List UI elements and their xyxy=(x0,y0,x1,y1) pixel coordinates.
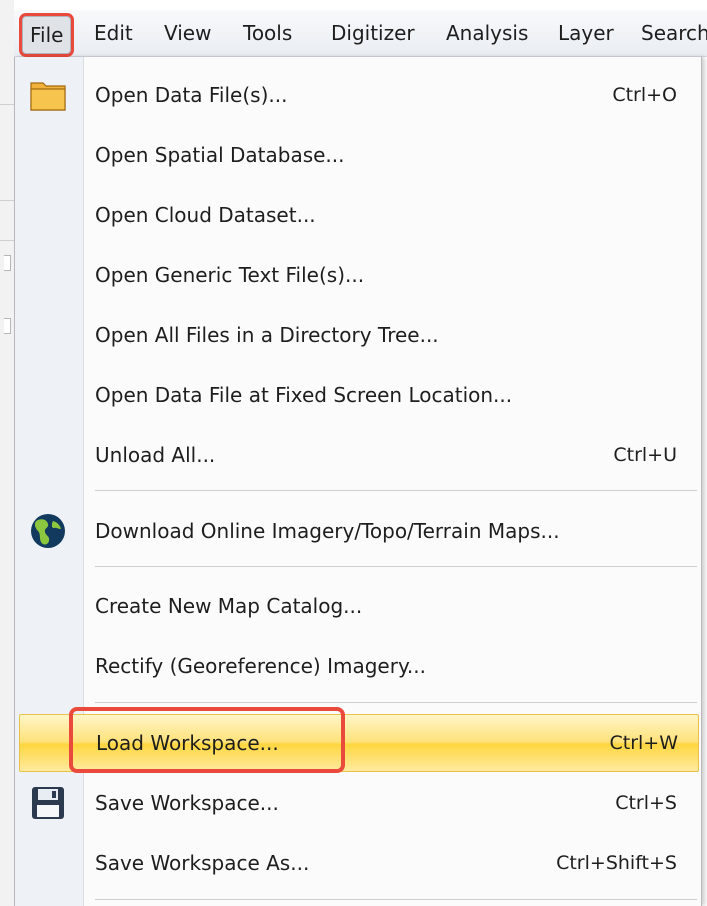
menu-item-open-all-files-directory-tree[interactable]: Open All Files in a Directory Tree... xyxy=(15,309,701,361)
menu-item-label: Open Data File(s)... xyxy=(95,83,288,107)
menu-layer[interactable]: Layer xyxy=(558,10,614,56)
menu-item-label: Create New Map Catalog... xyxy=(95,594,363,618)
menu-item-shortcut: Ctrl+U xyxy=(613,444,677,466)
menu-item-download-online-imagery[interactable]: Download Online Imagery/Topo/Terrain Map… xyxy=(15,505,701,557)
folder-icon xyxy=(29,77,67,113)
menu-item-label: Save Workspace As... xyxy=(95,851,310,875)
menu-item-load-workspace[interactable]: Load Workspace... Ctrl+W xyxy=(19,714,699,772)
background-window-edge xyxy=(0,0,14,906)
menu-item-label: Load Workspace... xyxy=(96,731,279,755)
menu-edit[interactable]: Edit xyxy=(94,10,133,56)
menu-separator xyxy=(95,490,697,491)
menu-item-shortcut: Ctrl+O xyxy=(612,84,677,106)
menu-item-open-cloud-dataset[interactable]: Open Cloud Dataset... xyxy=(15,189,701,241)
menu-item-open-generic-text-files[interactable]: Open Generic Text File(s)... xyxy=(15,249,701,301)
menu-bar: File Edit View Tools Digitizer Analysis … xyxy=(14,10,707,57)
file-menu: Open Data File(s)... Ctrl+O Open Spatial… xyxy=(14,57,702,906)
menu-item-label: Unload All... xyxy=(95,443,216,467)
globe-icon xyxy=(29,513,67,549)
menu-item-label: Save Workspace... xyxy=(95,791,279,815)
menu-item-open-data-file-fixed-location[interactable]: Open Data File at Fixed Screen Location.… xyxy=(15,369,701,421)
menu-view[interactable]: View xyxy=(164,10,211,56)
menu-item-label: Rectify (Georeference) Imagery... xyxy=(95,654,426,678)
menu-item-label: Download Online Imagery/Topo/Terrain Map… xyxy=(95,519,560,543)
menu-item-shortcut: Ctrl+S xyxy=(615,792,677,814)
menu-item-create-new-map-catalog[interactable]: Create New Map Catalog... xyxy=(15,580,701,632)
menu-item-label: Open All Files in a Directory Tree... xyxy=(95,323,439,347)
menu-separator xyxy=(95,566,697,567)
menu-search[interactable]: Search xyxy=(641,10,707,56)
menu-item-label: Open Spatial Database... xyxy=(95,143,345,167)
menu-item-label: Open Cloud Dataset... xyxy=(95,203,316,227)
menu-item-open-data-files[interactable]: Open Data File(s)... Ctrl+O xyxy=(15,69,701,121)
menu-separator xyxy=(95,899,697,900)
menu-file[interactable]: File xyxy=(22,16,72,54)
menu-separator xyxy=(95,702,697,703)
menu-item-open-spatial-database[interactable]: Open Spatial Database... xyxy=(15,129,701,181)
menu-item-label: Open Data File at Fixed Screen Location.… xyxy=(95,383,513,407)
menu-item-shortcut: Ctrl+Shift+S xyxy=(556,852,677,874)
menu-analysis[interactable]: Analysis xyxy=(446,10,528,56)
menu-item-rectify-imagery[interactable]: Rectify (Georeference) Imagery... xyxy=(15,640,701,692)
menu-item-label: Open Generic Text File(s)... xyxy=(95,263,365,287)
floppy-disk-icon xyxy=(29,785,67,821)
menu-item-save-workspace-as[interactable]: Save Workspace As... Ctrl+Shift+S xyxy=(15,837,701,889)
menu-item-save-workspace[interactable]: Save Workspace... Ctrl+S xyxy=(15,777,701,829)
menu-digitizer[interactable]: Digitizer xyxy=(331,10,415,56)
menu-item-unload-all[interactable]: Unload All... Ctrl+U xyxy=(15,429,701,481)
menu-tools[interactable]: Tools xyxy=(243,10,292,56)
menu-item-shortcut: Ctrl+W xyxy=(609,732,678,754)
